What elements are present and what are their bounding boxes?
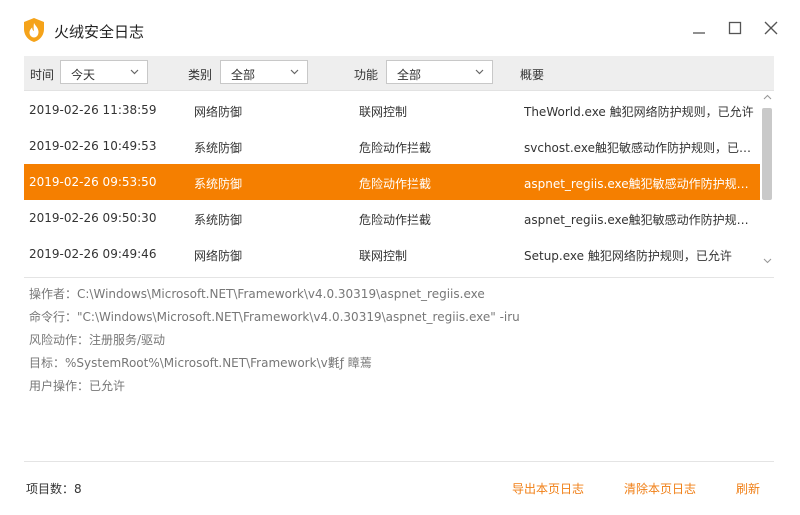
log-summary: svchost.exe触犯敏感动作防护规则，已允许 [524, 141, 760, 155]
scroll-thumb[interactable] [762, 108, 772, 200]
log-function: 联网控制 [359, 105, 408, 119]
function-filter-label: 功能 [354, 68, 379, 82]
log-time: 2019-02-26 09:53:50 [29, 175, 157, 189]
log-category: 系统防御 [194, 177, 243, 191]
log-category: 系统防御 [194, 213, 243, 227]
detail-command: 命令行："C:\Windows\Microsoft.NET\Framework\… [29, 310, 520, 324]
filter-bar: 时间 今天 类别 全部 功能 全部 概要 [24, 56, 774, 91]
log-summary: aspnet_regiis.exe触犯敏感动作防护规则, ... [524, 177, 760, 191]
category-filter-select[interactable]: 全部 [220, 60, 308, 84]
log-function: 危险动作拦截 [359, 213, 432, 227]
log-time: 2019-02-26 09:50:30 [29, 211, 157, 225]
time-filter-value: 今天 [71, 68, 96, 82]
footer: 项目数：8 导出本页日志 清除本页日志 刷新 [24, 462, 774, 512]
list-divider [24, 277, 774, 278]
time-filter-select[interactable]: 今天 [60, 60, 148, 84]
detail-operator: 操作者：C:\Windows\Microsoft.NET\Framework\v… [29, 287, 485, 301]
chevron-down-icon [290, 69, 299, 75]
log-summary: Setup.exe 触犯网络防护规则，已允许 [524, 249, 732, 263]
detail-panel: 操作者：C:\Windows\Microsoft.NET\Framework\v… [29, 285, 769, 400]
chevron-down-icon [475, 69, 484, 75]
log-category: 网络防御 [194, 249, 243, 263]
log-function: 危险动作拦截 [359, 177, 432, 191]
export-log-link[interactable]: 导出本页日志 [512, 480, 584, 497]
detail-target: 目标：%SystemRoot%\Microsoft.NET\Framework\… [29, 356, 372, 370]
log-scrollbar[interactable] [760, 92, 774, 272]
huorong-shield-flame-icon [24, 18, 44, 42]
log-time: 2019-02-26 11:38:59 [29, 103, 157, 117]
clear-log-link[interactable]: 清除本页日志 [624, 480, 696, 497]
time-filter-label: 时间 [30, 68, 55, 82]
detail-risk-action: 风险动作：注册服务/驱动 [29, 333, 166, 347]
log-function: 危险动作拦截 [359, 141, 432, 155]
log-category: 网络防御 [194, 105, 243, 119]
log-row[interactable]: 2019-02-26 09:53:50 系统防御 危险动作拦截 aspnet_r… [24, 164, 760, 200]
function-filter-value: 全部 [397, 68, 422, 82]
chevron-down-icon [130, 69, 139, 75]
detail-user-action: 用户操作：已允许 [29, 379, 126, 393]
scroll-up-icon[interactable] [763, 94, 772, 100]
scroll-down-icon[interactable] [763, 258, 772, 264]
category-filter-value: 全部 [231, 68, 256, 82]
log-list: 2019-02-26 11:38:59 网络防御 联网控制 TheWorld.e… [24, 92, 760, 272]
log-category: 系统防御 [194, 141, 243, 155]
maximize-icon[interactable] [724, 17, 746, 39]
log-time: 2019-02-26 09:49:46 [29, 247, 157, 261]
log-summary: TheWorld.exe 触犯网络防护规则，已允许 [524, 105, 754, 119]
minimize-icon[interactable] [688, 17, 710, 39]
log-row[interactable]: 2019-02-26 09:50:30 系统防御 危险动作拦截 aspnet_r… [24, 200, 760, 236]
title-bar: 火绒安全日志 [0, 0, 800, 56]
category-filter-label: 类别 [188, 68, 213, 82]
log-row[interactable]: 2019-02-26 09:49:46 网络防御 联网控制 Setup.exe … [24, 236, 760, 272]
log-time: 2019-02-26 10:49:53 [29, 139, 157, 153]
log-function: 联网控制 [359, 249, 408, 263]
log-row[interactable]: 2019-02-26 11:38:59 网络防御 联网控制 TheWorld.e… [24, 92, 760, 128]
window-title: 火绒安全日志 [54, 23, 145, 41]
refresh-link[interactable]: 刷新 [736, 480, 760, 497]
log-summary: aspnet_regiis.exe触犯敏感动作防护规则, ... [524, 213, 760, 227]
item-count: 项目数：8 [26, 482, 82, 496]
log-row[interactable]: 2019-02-26 10:49:53 系统防御 危险动作拦截 svchost.… [24, 128, 760, 164]
close-icon[interactable] [760, 17, 782, 39]
function-filter-select[interactable]: 全部 [386, 60, 493, 84]
summary-column-label: 概要 [520, 68, 545, 82]
